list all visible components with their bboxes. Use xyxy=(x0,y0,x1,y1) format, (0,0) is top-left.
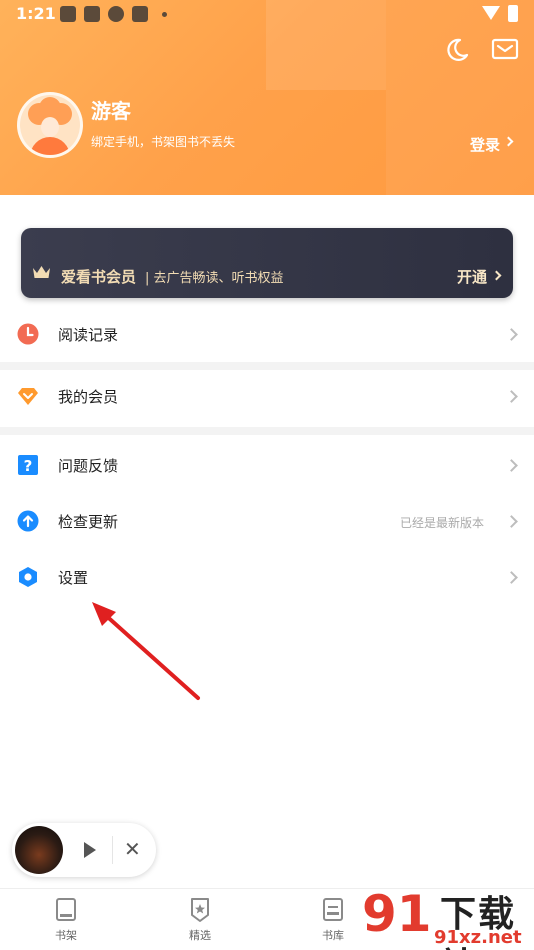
diamond-icon xyxy=(18,388,38,405)
chevron-right-icon xyxy=(491,270,502,281)
menu-item-my-membership[interactable]: 我的会员 xyxy=(0,370,534,424)
notification-icon xyxy=(60,6,76,22)
menu-item-label: 问题反馈 xyxy=(58,457,119,475)
tab-label: 书架 xyxy=(55,929,77,942)
watermark-logo: 91 xyxy=(362,885,432,943)
upgrade-arrow-icon xyxy=(17,510,39,532)
tab-label: 书库 xyxy=(322,929,344,942)
menu-item-check-update[interactable]: 检查更新 已经是最新版本 xyxy=(0,495,534,549)
question-icon: ? xyxy=(18,455,38,475)
battery-icon xyxy=(508,5,518,22)
bookshelf-icon xyxy=(56,898,76,921)
chevron-right-icon xyxy=(505,328,518,341)
notification-icon xyxy=(108,6,124,22)
featured-badge-icon xyxy=(191,898,209,922)
login-button[interactable]: 登录 xyxy=(470,134,500,155)
tab-library[interactable]: 书库 xyxy=(303,889,363,950)
night-mode-icon[interactable] xyxy=(444,37,470,63)
profile-header: 1:21 游客 绑定手机，书架图书不丢失 登录 xyxy=(0,0,534,195)
svg-text:?: ? xyxy=(24,457,33,475)
chevron-right-icon xyxy=(505,390,518,403)
avatar[interactable] xyxy=(17,92,83,158)
vip-open-button[interactable]: 开通 xyxy=(457,266,487,287)
close-icon[interactable]: ✕ xyxy=(124,837,141,861)
chevron-right-icon xyxy=(505,459,518,472)
menu-item-settings[interactable]: 设置 xyxy=(0,551,534,605)
vip-membership-banner[interactable]: 爱看书会员 | 去广告畅读、听书权益 开通 xyxy=(21,228,513,298)
library-icon xyxy=(323,898,343,921)
menu-item-label: 阅读记录 xyxy=(58,326,119,344)
watermark-url: 91xz.net xyxy=(434,927,522,948)
vip-benefits: | 去广告畅读、听书权益 xyxy=(145,271,284,286)
more-notifications-icon xyxy=(162,12,167,17)
vip-title: 爱看书会员 xyxy=(61,268,137,286)
annotation-arrow xyxy=(92,602,200,700)
chevron-right-icon xyxy=(505,515,518,528)
section-divider xyxy=(0,427,534,435)
bind-phone-hint: 绑定手机，书架图书不丢失 xyxy=(91,135,236,149)
chevron-right-icon xyxy=(505,571,518,584)
section-divider xyxy=(0,362,534,370)
tab-bookshelf[interactable]: 书架 xyxy=(36,889,96,950)
tab-label: 精选 xyxy=(189,929,211,942)
crown-icon xyxy=(33,266,50,278)
play-icon[interactable] xyxy=(84,842,96,858)
username: 游客 xyxy=(91,99,131,123)
menu-item-label: 设置 xyxy=(58,569,89,587)
notification-icon xyxy=(132,6,148,22)
status-bar: 1:21 xyxy=(0,0,534,30)
menu-item-label: 我的会员 xyxy=(58,388,119,406)
settings-hexagon-icon xyxy=(19,567,37,587)
menu-item-label: 检查更新 xyxy=(58,513,119,531)
clock-icon xyxy=(17,323,39,345)
tab-featured[interactable]: 精选 xyxy=(170,889,230,950)
player-divider xyxy=(112,836,113,864)
notification-icon xyxy=(84,6,100,22)
audiobook-cover[interactable] xyxy=(15,826,63,874)
wifi-icon xyxy=(482,6,500,20)
status-time: 1:21 xyxy=(16,4,56,23)
mini-audio-player[interactable]: ✕ xyxy=(12,823,156,877)
menu-item-feedback[interactable]: ? 问题反馈 xyxy=(0,439,534,493)
update-status: 已经是最新版本 xyxy=(400,516,485,530)
message-icon[interactable] xyxy=(491,37,519,61)
menu-item-reading-history[interactable]: 阅读记录 xyxy=(0,308,534,362)
site-watermark: 91 下载站 91xz.net xyxy=(362,883,534,950)
